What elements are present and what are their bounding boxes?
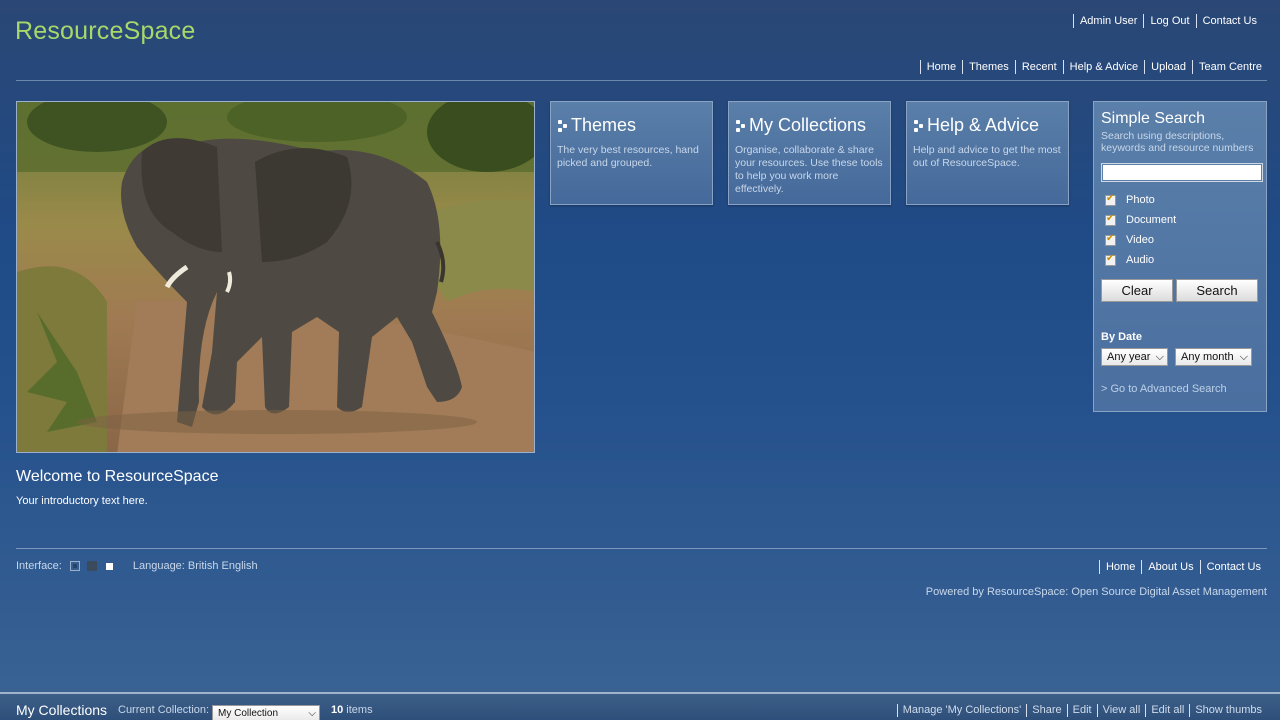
nav-upload[interactable]: Upload [1144, 60, 1192, 74]
header-divider [16, 80, 1267, 81]
filter-label: Photo [1126, 194, 1155, 206]
manage-collections-link[interactable]: Manage 'My Collections' [896, 704, 1027, 717]
chevron-down-icon: ⌵ [1155, 350, 1164, 363]
checkmark-icon[interactable] [1105, 193, 1116, 206]
dots-icon [913, 118, 925, 134]
checkmark-icon[interactable] [1105, 213, 1116, 226]
panel-title: Help & Advice [927, 115, 1040, 135]
panel-title: My Collections [749, 115, 867, 135]
panel-description: The very best resources, hand picked and… [557, 144, 699, 169]
search-button[interactable]: Search [1176, 279, 1258, 302]
filter-label: Audio [1126, 254, 1155, 266]
item-count-suffix: items [343, 704, 373, 716]
dots-icon [557, 118, 569, 134]
link-contact-us[interactable]: Contact Us [1195, 14, 1263, 28]
current-collection-select[interactable]: My Collection ⌵ [212, 705, 320, 720]
filter-document[interactable]: Document [1101, 210, 1259, 230]
nav-help-advice[interactable]: Help & Advice [1062, 60, 1144, 74]
hero-image [16, 101, 535, 453]
theme-swatch-white[interactable] [105, 562, 113, 570]
edit-all-link[interactable]: Edit all [1145, 704, 1189, 717]
collection-item-count: 10 items [331, 704, 373, 716]
filter-audio[interactable]: Audio [1101, 250, 1259, 270]
chevron-down-icon: ⌵ [1239, 350, 1248, 363]
nav-team-centre[interactable]: Team Centre [1192, 60, 1268, 74]
panel-description: Help and advice to get the most out of R… [913, 144, 1061, 169]
by-date-label: By Date [1101, 331, 1142, 343]
filter-video[interactable]: Video [1101, 230, 1259, 250]
search-description: Search using descriptions, keywords and … [1101, 130, 1254, 154]
link-log-out[interactable]: Log Out [1143, 14, 1195, 28]
app-logo[interactable]: ResourceSpace [15, 17, 195, 46]
nav-themes[interactable]: Themes [962, 60, 1015, 74]
footer-contact-us[interactable]: Contact Us [1199, 560, 1267, 574]
language-selector[interactable]: Language: British English [133, 560, 258, 572]
interface-settings: Interface: Language: British English [16, 560, 258, 572]
panel-title: Themes [571, 115, 637, 135]
filter-photo[interactable]: Photo [1101, 190, 1259, 210]
edit-link[interactable]: Edit [1066, 704, 1097, 717]
theme-swatch-blue[interactable] [69, 561, 80, 571]
panel-my-collections[interactable]: My Collections Organise, collaborate & s… [728, 101, 891, 205]
collections-bar: My Collections Current Collection: My Co… [0, 692, 1280, 720]
collection-actions: Manage 'My Collections' Share Edit View … [896, 704, 1267, 717]
dots-icon [735, 118, 747, 134]
show-thumbs-link[interactable]: Show thumbs [1189, 704, 1267, 717]
filter-label: Video [1126, 234, 1154, 246]
view-all-link[interactable]: View all [1096, 704, 1146, 717]
nav-home[interactable]: Home [919, 60, 962, 74]
advanced-search-link[interactable]: > Go to Advanced Search [1101, 383, 1259, 395]
footer-links: Home About Us Contact Us [1098, 560, 1267, 574]
chevron-down-icon: ⌵ [308, 708, 316, 719]
checkmark-icon[interactable] [1105, 233, 1116, 246]
theme-swatch-dark[interactable] [86, 561, 97, 571]
current-collection-label: Current Collection: [118, 704, 210, 716]
search-title: Simple Search [1101, 110, 1206, 127]
simple-search-panel: Simple Search Search using descriptions,… [1093, 101, 1267, 412]
item-count-value: 10 [331, 704, 344, 716]
clear-button[interactable]: Clear [1101, 279, 1173, 302]
footer-divider [16, 548, 1267, 549]
powered-by-link[interactable]: Powered by ResourceSpace: Open Source Di… [926, 586, 1267, 598]
search-input[interactable] [1101, 163, 1263, 182]
collections-title[interactable]: My Collections [16, 702, 107, 718]
welcome-text: Your introductory text here. [16, 495, 148, 507]
footer-home[interactable]: Home [1098, 560, 1141, 574]
interface-label: Interface: [16, 560, 62, 572]
panel-description: Organise, collaborate & share your resou… [735, 144, 883, 195]
month-select[interactable]: Any month ⌵ [1175, 348, 1252, 366]
year-select[interactable]: Any year ⌵ [1101, 348, 1168, 366]
filter-label: Document [1126, 214, 1177, 226]
current-collection-value: My Collection [218, 708, 279, 719]
checkmark-icon[interactable] [1105, 253, 1116, 266]
welcome-title: Welcome to ResourceSpace [16, 468, 219, 485]
nav-recent[interactable]: Recent [1014, 60, 1063, 74]
share-link[interactable]: Share [1026, 704, 1066, 717]
footer-about-us[interactable]: About Us [1141, 560, 1199, 574]
panel-themes[interactable]: Themes The very best resources, hand pic… [550, 101, 713, 205]
panel-help-advice[interactable]: Help & Advice Help and advice to get the… [906, 101, 1069, 205]
year-value: Any year [1107, 351, 1151, 363]
month-value: Any month [1181, 351, 1234, 363]
link-admin-user[interactable]: Admin User [1072, 14, 1143, 28]
user-links: Admin User Log Out Contact Us [1072, 14, 1263, 28]
main-nav: Home Themes Recent Help & Advice Upload … [919, 60, 1268, 74]
